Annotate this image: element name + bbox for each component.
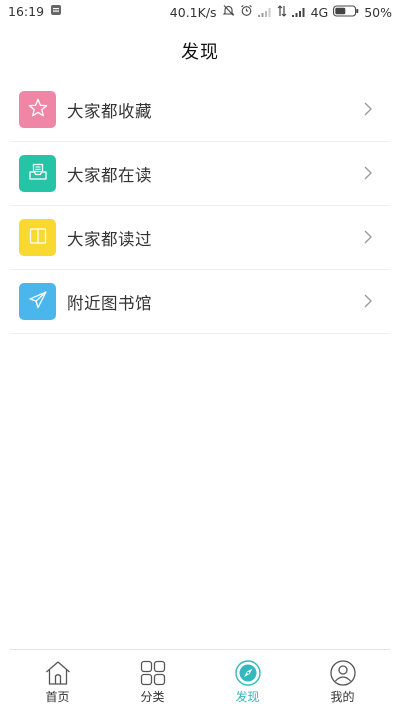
grid-icon [139,659,167,687]
user-icon [329,659,357,687]
mute-bell-icon [222,4,235,20]
status-left: 16:19 [8,4,62,19]
nav-label: 我的 [330,690,355,704]
list-item-nearby-library[interactable]: 附近图书馆 [10,270,390,334]
signal-weak-icon [257,5,272,20]
status-net-speed: 40.1K/s [169,4,217,20]
home-icon [44,659,72,687]
list-item-collected[interactable]: 大家都收藏 [10,78,390,142]
signal-strong-icon [291,5,306,20]
list-item-reading[interactable]: 大家都在读 [10,142,390,206]
inbox-book-icon [27,161,49,187]
star-icon [27,97,49,123]
status-right: 40.1K/s 4G 50% [170,4,392,20]
page-title: 发现 [181,42,219,63]
nav-label: 分类 [140,690,165,704]
status-time: 16:19 [8,4,45,19]
data-transfer-icon [277,4,287,20]
nav-item-discover[interactable]: 发现 [200,650,295,712]
discover-list: 大家都收藏 大家都在读 大家都读过 附近图书馆 [10,78,390,334]
list-icon-badge [19,283,56,320]
compass-icon [234,659,262,687]
list-item-read[interactable]: 大家都读过 [10,206,390,270]
chevron-right-icon [360,293,376,309]
list-item-label: 大家都在读 [67,166,152,185]
nav-item-category[interactable]: 分类 [105,650,200,712]
status-bar: 16:19 40.1K/s 4G 50% [0,0,400,24]
chevron-right-icon [360,165,376,181]
paper-plane-icon [27,289,49,315]
nav-item-mine[interactable]: 我的 [295,650,390,712]
list-item-label: 大家都收藏 [67,102,152,121]
nav-label: 首页 [45,690,70,704]
list-icon-badge [19,219,56,256]
list-icon-badge [19,91,56,128]
battery-icon [333,4,359,20]
list-item-label: 附近图书馆 [67,294,152,313]
list-icon-badge [19,155,56,192]
alarm-clock-icon [240,4,253,20]
open-book-icon [27,225,49,251]
status-network-type: 4G [310,4,329,20]
chevron-right-icon [360,101,376,117]
nav-item-home[interactable]: 首页 [10,650,105,712]
list-item-label: 大家都读过 [67,230,152,249]
notification-app-icon [50,4,62,19]
status-battery-percent: 50% [364,4,392,20]
bottom-nav: 首页 分类 发现 我的 [10,649,390,712]
nav-label: 发现 [235,690,260,704]
chevron-right-icon [360,229,376,245]
